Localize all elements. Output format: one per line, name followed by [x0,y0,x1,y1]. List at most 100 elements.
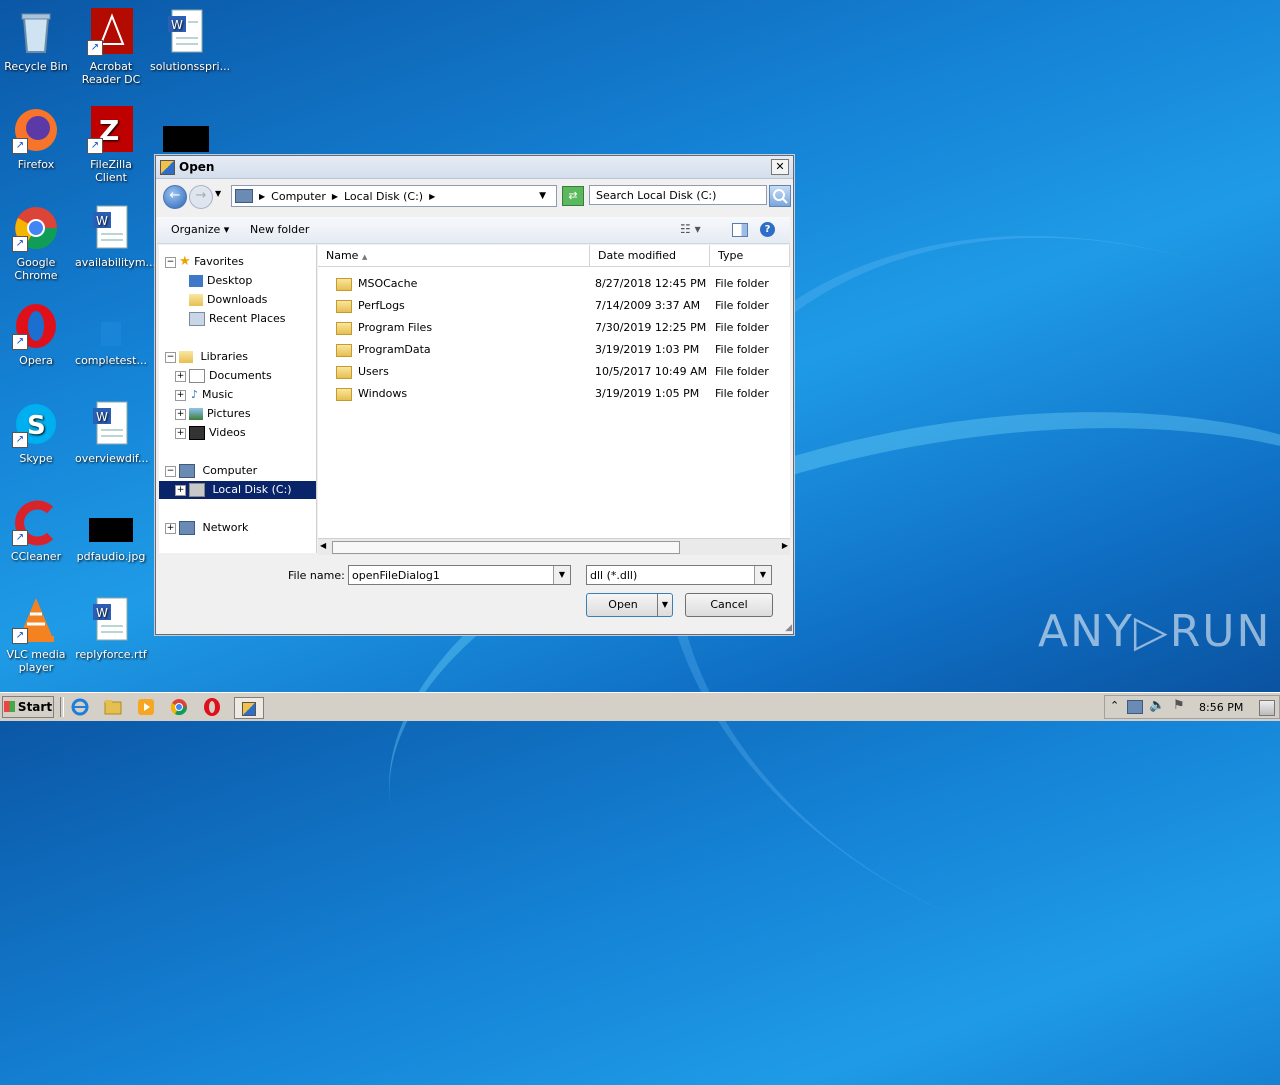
help-icon[interactable]: ? [760,222,775,237]
expand-icon[interactable]: + [175,409,186,420]
desktop-icon-chrome[interactable]: ↗ Google Chrome [0,204,72,282]
desktop-icon-firefox[interactable]: ↗ Firefox [0,106,72,171]
expand-icon[interactable]: + [175,390,186,401]
file-explorer-icon[interactable] [103,697,125,717]
action-center-flag-icon[interactable]: ⚑ [1173,698,1185,713]
expand-icon[interactable]: + [175,428,186,439]
start-button[interactable]: Start [2,696,54,718]
file-row[interactable]: ProgramData 3/19/2019 1:03 PM File folde… [318,339,790,361]
desktop-icon-completest[interactable]: completest... [75,302,147,367]
nav-downloads[interactable]: Downloads [189,291,267,309]
open-split-dropdown-icon[interactable]: ▼ [657,594,672,616]
resize-grip-icon[interactable]: ◢ [785,623,792,633]
new-folder-button[interactable]: New folder [250,223,309,236]
desktop-icon-opera[interactable]: ↗ Opera [0,302,72,367]
desktop-icon-ccleaner[interactable]: ↗ CCleaner [0,498,72,563]
collapse-icon[interactable]: − [165,352,176,363]
scrollbar-thumb[interactable] [332,541,680,554]
shortcut-arrow-icon: ↗ [12,138,28,154]
desktop-icon-acrobat[interactable]: ↗ Acrobat Reader DC [75,8,147,86]
view-options-icon[interactable]: ☷ ▾ [680,222,701,236]
refresh-button[interactable]: ⇄ [562,186,584,206]
desktop-icon-vlc[interactable]: ↗ VLC media player [0,596,72,674]
volume-icon[interactable]: 🔈 [1149,698,1165,713]
media-player-icon[interactable] [136,697,158,717]
column-header-date[interactable]: Date modified [590,245,710,267]
chevron-down-icon[interactable]: ▼ [754,566,771,584]
breadcrumb-arrow-icon[interactable]: ▶ [332,192,338,201]
expand-icon[interactable]: + [165,523,176,534]
scroll-left-icon[interactable]: ◀ [320,541,326,550]
nav-recent-places[interactable]: Recent Places [189,310,286,328]
open-button[interactable]: Open ▼ [586,593,673,617]
search-icon[interactable] [769,185,791,207]
file-row[interactable]: PerfLogs 7/14/2009 3:37 AM File folder [318,295,790,317]
desktop-icon-solutionsspri[interactable]: W solutionsspri... [150,8,230,73]
nav-computer[interactable]: − Computer [165,462,257,480]
nav-label: Documents [209,369,272,382]
desktop-icon-replyforce[interactable]: W replyforce.rtf [75,596,147,661]
file-name: MSOCache [358,277,418,290]
file-type-filter[interactable]: dll (*.dll) ▼ [586,565,772,585]
dialog-titlebar[interactable]: Open ✕ [156,156,793,179]
collapse-icon[interactable]: − [165,257,176,268]
close-button[interactable]: ✕ [771,159,789,175]
internet-explorer-icon[interactable] [70,697,92,717]
nav-network[interactable]: + Network [165,519,248,537]
cancel-button[interactable]: Cancel [685,593,773,617]
show-hidden-icons-icon[interactable]: ⌃ [1110,699,1119,712]
expand-icon[interactable]: + [175,371,186,382]
chrome-icon[interactable] [169,697,191,717]
file-row[interactable]: Program Files 7/30/2019 12:25 PM File fo… [318,317,790,339]
collapse-icon[interactable]: − [165,466,176,477]
expand-icon[interactable]: + [175,485,186,496]
file-name-input[interactable]: openFileDialog1 ▼ [348,565,571,585]
back-button[interactable]: ← [163,185,187,209]
breadcrumb-computer[interactable]: Computer [271,190,326,203]
nav-local-disk[interactable]: + Local Disk (C:) [159,481,316,499]
desktop-icon-overviewdif[interactable]: W overviewdif... [75,400,148,465]
nav-pictures[interactable]: + Pictures [175,405,251,423]
history-dropdown-icon[interactable]: ▼ [215,189,221,198]
nav-favorites[interactable]: − ★ Favorites [165,253,244,271]
breadcrumb-local-disk[interactable]: Local Disk (C:) [344,190,423,203]
nav-libraries[interactable]: − Libraries [165,348,248,366]
scroll-right-icon[interactable]: ▶ [782,541,788,550]
horizontal-scrollbar[interactable]: ◀ ▶ [318,538,790,555]
nav-music[interactable]: + ♪ Music [175,386,233,404]
active-app-button[interactable] [234,697,264,719]
search-input[interactable]: Search Local Disk (C:) [589,185,767,205]
forward-button[interactable]: → [189,185,213,209]
chevron-down-icon[interactable]: ▼ [553,566,570,584]
network-status-icon[interactable] [1127,700,1143,714]
clock[interactable]: 8:56 PM [1199,701,1243,714]
desktop-icon-filezilla[interactable]: Z ↗ FileZilla Client [75,106,147,184]
desktop-icon-skype[interactable]: S ↗ Skype [0,400,72,465]
desktop-black-thumbnail [163,126,209,152]
show-desktop-button[interactable] [1259,700,1275,716]
breadcrumb-arrow-icon[interactable]: ▶ [259,192,265,201]
desktop-icon-recycle-bin[interactable]: Recycle Bin [0,8,72,73]
file-type: File folder [715,321,769,334]
word-doc-icon: W [87,204,135,252]
nav-desktop[interactable]: Desktop [189,272,252,290]
taskbar-divider [60,697,64,717]
organize-button[interactable]: Organize ▾ [171,223,229,236]
file-row[interactable]: MSOCache 8/27/2018 12:45 PM File folder [318,273,790,295]
file-type: File folder [715,343,769,356]
desktop-icon-availabilitym[interactable]: W availabilitym... [75,204,156,269]
breadcrumb-arrow-icon[interactable]: ▶ [429,192,435,201]
file-row[interactable]: Users 10/5/2017 10:49 AM File folder [318,361,790,383]
downloads-icon [189,294,203,306]
file-name-label: File name: [288,569,345,582]
preview-pane-icon[interactable] [732,223,748,237]
nav-videos[interactable]: + Videos [175,424,246,442]
column-header-name[interactable]: Name ▲ [318,245,590,267]
address-dropdown-icon[interactable]: ▼ [539,191,546,201]
opera-icon[interactable] [202,697,224,717]
address-bar[interactable]: ▶ Computer ▶ Local Disk (C:) ▶ ▼ [231,185,557,207]
desktop-icon-pdfaudio[interactable]: pdfaudio.jpg [75,498,147,563]
file-row[interactable]: Windows 3/19/2019 1:05 PM File folder [318,383,790,405]
nav-documents[interactable]: + Documents [175,367,272,385]
column-header-type[interactable]: Type [710,245,790,267]
